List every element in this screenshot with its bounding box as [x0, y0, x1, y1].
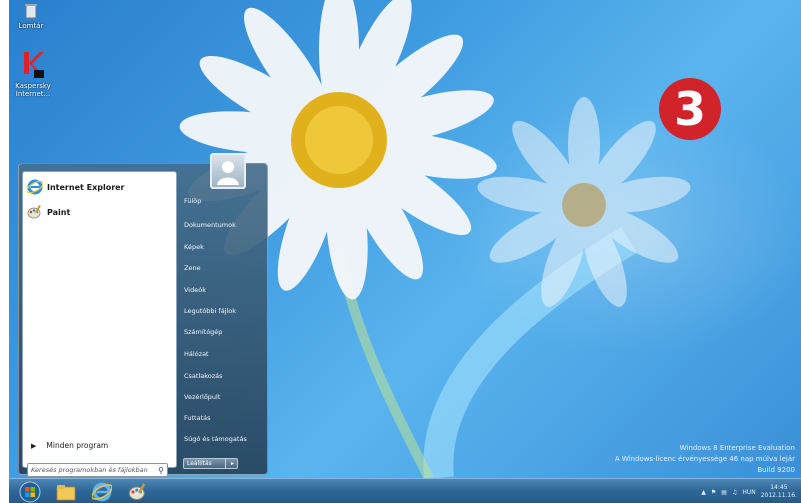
- tray-chevron-up-icon[interactable]: ▲: [701, 489, 706, 496]
- internet-explorer-icon: [27, 179, 43, 195]
- start-menu-item-documents[interactable]: Dokumentumok: [184, 221, 236, 229]
- start-menu-item-run[interactable]: Futtatás: [184, 414, 211, 422]
- start-menu: Internet Explorer Paint ▶ Minden program: [18, 153, 268, 477]
- all-programs-button[interactable]: ▶ Minden program: [31, 441, 108, 450]
- start-menu-item-videos[interactable]: Videók: [184, 286, 206, 294]
- taskbar: ▲ ⚑ ▤ ♫ HUN 14:45 2012.11.16.: [9, 478, 801, 503]
- chevron-right-icon[interactable]: ▸: [231, 459, 234, 469]
- pinned-program-internet-explorer[interactable]: Internet Explorer: [27, 178, 125, 196]
- start-menu-item-network[interactable]: Hálózat: [184, 350, 209, 358]
- user-silhouette-icon: [217, 161, 239, 185]
- internet-explorer-icon: [92, 482, 112, 501]
- recycle-bin-icon: [25, 4, 37, 19]
- step-number-badge: 3: [659, 78, 721, 140]
- start-menu-item-computer[interactable]: Számítógép: [184, 328, 222, 336]
- start-orb-icon: [19, 481, 41, 502]
- start-menu-item-connect[interactable]: Csatlakozás: [184, 372, 223, 380]
- pinned-program-label: Paint: [47, 207, 71, 217]
- paint-icon: [128, 482, 146, 500]
- watermark-line: Build 9200: [757, 466, 795, 474]
- file-explorer-icon: [56, 484, 76, 500]
- shutdown-label: Leállítás: [187, 460, 212, 467]
- shutdown-divider: [225, 459, 226, 469]
- start-search-input[interactable]: Keresés programokban és fájlokban ⚲: [27, 463, 168, 477]
- start-menu-item-recent-files[interactable]: Legutóbbi fájlok: [184, 307, 236, 315]
- desktop[interactable]: Lomtár Kaspersky Internet... 3 Windows 8…: [9, 0, 801, 478]
- pinned-program-label: Internet Explorer: [47, 182, 125, 192]
- watermark-line: A Windows-licenc érvényessége 46 nap múl…: [614, 455, 795, 463]
- pinned-program-paint[interactable]: Paint: [27, 203, 70, 221]
- clock-time: 14:45: [770, 484, 788, 491]
- clock-date: 2012.11.16.: [760, 492, 797, 499]
- start-menu-item-user[interactable]: Fülöp: [184, 197, 201, 205]
- desktop-icon-kaspersky[interactable]: Kaspersky Internet...: [9, 50, 63, 98]
- start-menu-item-control-panel[interactable]: Vezérlőpult: [184, 393, 220, 401]
- kaspersky-icon: [24, 52, 44, 78]
- taskbar-paint[interactable]: [123, 481, 153, 502]
- windows-evaluation-watermark: Windows 8 Enterprise Evaluation A Window…: [615, 443, 795, 476]
- search-placeholder: Keresés programokban és fájlokban: [31, 466, 148, 474]
- start-menu-item-help[interactable]: Súgó és támogatás: [184, 435, 247, 443]
- start-menu-programs-pane: Internet Explorer Paint ▶ Minden program: [22, 171, 177, 477]
- triangle-right-icon: ▶: [31, 441, 37, 450]
- start-menu-item-music[interactable]: Zene: [184, 264, 201, 272]
- input-language-indicator[interactable]: HUN: [742, 489, 755, 496]
- action-center-flag-icon[interactable]: ⚑: [711, 489, 716, 496]
- shutdown-button[interactable]: Leállítás ▸: [183, 458, 238, 469]
- desktop-icon-label: Lomtár: [18, 22, 44, 30]
- taskbar-clock[interactable]: 14:45 2012.11.16.: [761, 484, 797, 500]
- taskbar-file-explorer[interactable]: [51, 481, 81, 502]
- paint-icon: [27, 205, 41, 219]
- volume-icon[interactable]: ♫: [732, 489, 737, 496]
- screenshot-frame: Lomtár Kaspersky Internet... 3 Windows 8…: [0, 0, 801, 503]
- all-programs-label: Minden program: [46, 441, 109, 450]
- start-menu-item-pictures[interactable]: Képek: [184, 243, 204, 251]
- desktop-icon-recycle-bin[interactable]: Lomtár: [9, 2, 61, 30]
- start-button[interactable]: [15, 481, 45, 502]
- desktop-icon-label: Kaspersky Internet...: [15, 82, 51, 98]
- search-icon: ⚲: [158, 466, 164, 475]
- system-tray: ▲ ⚑ ▤ ♫ HUN 14:45 2012.11.16.: [696, 482, 797, 502]
- user-account-picture[interactable]: [210, 153, 246, 189]
- watermark-line: Windows 8 Enterprise Evaluation: [679, 444, 795, 452]
- taskbar-internet-explorer[interactable]: [87, 481, 117, 502]
- network-icon[interactable]: ▤: [721, 489, 727, 496]
